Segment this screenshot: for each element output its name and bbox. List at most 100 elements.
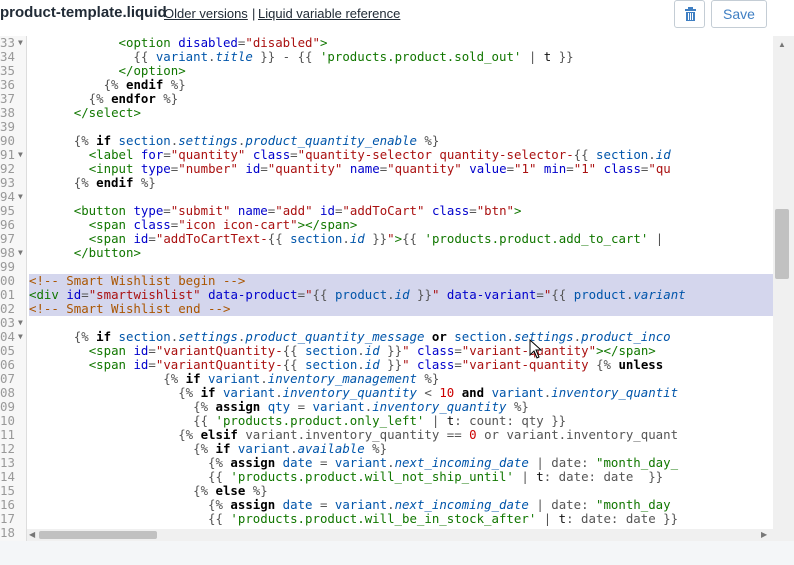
code-line[interactable]: {% endif %} bbox=[29, 78, 773, 92]
code-line[interactable]: <!-- Smart Wishlist end --> bbox=[29, 302, 773, 316]
vertical-scrollbar[interactable]: ▲ bbox=[773, 36, 794, 541]
code-line[interactable]: <label for="quantity" class="quantity-se… bbox=[29, 148, 773, 162]
code-token: if bbox=[200, 385, 216, 400]
code-token: or variant.inventory_quant bbox=[476, 427, 679, 442]
code-token: = bbox=[148, 357, 156, 372]
horizontal-scroll-thumb[interactable] bbox=[39, 531, 157, 539]
code-line[interactable] bbox=[29, 190, 773, 204]
delete-button[interactable] bbox=[674, 0, 705, 28]
line-number: 99 bbox=[0, 259, 15, 274]
code-token: date bbox=[282, 497, 313, 512]
code-line[interactable]: {% if variant.available %} bbox=[29, 442, 773, 456]
code-line[interactable]: {% endif %} bbox=[29, 176, 773, 190]
code-line[interactable]: <span class="icon icon-cart"></span> bbox=[29, 218, 773, 232]
code-token: {{ bbox=[267, 231, 291, 246]
code-line[interactable]: <input type="number" id="quantity" name=… bbox=[29, 162, 773, 176]
save-button[interactable]: Save bbox=[711, 0, 767, 28]
line-number: 16 bbox=[0, 497, 15, 512]
code-token: }} bbox=[364, 231, 388, 246]
code-token: }} bbox=[409, 287, 432, 302]
older-versions-link[interactable]: Older versions bbox=[164, 6, 248, 21]
file-title: product-template.liquid bbox=[0, 4, 167, 21]
code-line[interactable]: </select> bbox=[29, 106, 773, 120]
code-token: %} bbox=[163, 77, 186, 92]
code-line[interactable]: <option disabled="disabled"> bbox=[29, 36, 773, 50]
code-line[interactable]: {% assign qty = variant.inventory_quanti… bbox=[29, 400, 773, 414]
fold-arrow-icon[interactable]: ▼ bbox=[18, 148, 23, 162]
vertical-scroll-thumb[interactable] bbox=[775, 209, 789, 279]
editor-footer bbox=[0, 541, 794, 565]
code-line[interactable]: {{ 'products.product.will_not_ship_until… bbox=[29, 470, 773, 484]
code-token: . bbox=[357, 343, 365, 358]
code-line[interactable] bbox=[29, 316, 773, 330]
code-token: %} bbox=[364, 441, 388, 456]
code-line[interactable]: {% endfor %} bbox=[29, 92, 773, 106]
code-token: variant bbox=[312, 399, 365, 414]
scroll-left-icon[interactable]: ◀ bbox=[29, 530, 35, 540]
code-line[interactable]: {% if section.settings.product_quantity_… bbox=[29, 134, 773, 148]
code-token: endif bbox=[125, 77, 164, 92]
code-token: section bbox=[305, 343, 358, 358]
code-token: </select> bbox=[73, 105, 141, 120]
code-token: {% bbox=[29, 385, 201, 400]
line-number: 39 bbox=[0, 119, 15, 134]
code-line[interactable]: </option> bbox=[29, 64, 773, 78]
code-line[interactable]: <!-- Smart Wishlist begin --> bbox=[29, 274, 773, 288]
code-line[interactable] bbox=[29, 260, 773, 274]
horizontal-scrollbar[interactable]: ◀ ▶ bbox=[27, 529, 773, 541]
code-line[interactable]: {% assign date = variant.next_incoming_d… bbox=[29, 498, 773, 512]
code-token: {{ bbox=[573, 147, 597, 162]
code-line[interactable]: <button type="submit" name="add" id="add… bbox=[29, 204, 773, 218]
code-line[interactable]: <span id="variantQuantity-{{ section.id … bbox=[29, 344, 773, 358]
fold-arrow-icon[interactable]: ▼ bbox=[18, 190, 23, 204]
code-token: "month_day_ bbox=[596, 455, 679, 470]
code-line[interactable]: <span id="addToCartText-{{ section.id }}… bbox=[29, 232, 773, 246]
scroll-up-icon[interactable]: ▲ bbox=[778, 40, 786, 50]
code-line[interactable]: {% if variant.inventory_quantity < 10 an… bbox=[29, 386, 773, 400]
code-line[interactable]: {% if variant.inventory_management %} bbox=[29, 372, 773, 386]
code-token: next_incoming_date bbox=[394, 455, 529, 470]
code-token: class bbox=[252, 147, 291, 162]
code-line[interactable]: {% else %} bbox=[29, 484, 773, 498]
code-token: id bbox=[66, 287, 82, 302]
line-number: 07 bbox=[0, 371, 15, 386]
code-line[interactable]: {% assign date = variant.next_incoming_d… bbox=[29, 456, 773, 470]
code-line[interactable]: {{ 'products.product.only_left' | t: cou… bbox=[29, 414, 773, 428]
code-line[interactable]: <div id="smartwishlist" data-product="{{… bbox=[29, 288, 773, 302]
fold-arrow-icon[interactable]: ▼ bbox=[18, 36, 23, 50]
line-number: 04 ▼ bbox=[0, 329, 23, 344]
code-token: = bbox=[454, 343, 462, 358]
code-line[interactable]: {% if section.settings.product_quantity_… bbox=[29, 330, 773, 344]
fold-arrow-icon[interactable]: ▼ bbox=[18, 316, 23, 330]
line-number: 00 bbox=[0, 273, 15, 288]
link-separator: | bbox=[252, 6, 256, 21]
code-line[interactable]: {% elsif variant.inventory_quantity == 0… bbox=[29, 428, 773, 442]
code-line[interactable] bbox=[29, 120, 773, 134]
code-line[interactable]: {{ 'products.product.will_be_in_stock_af… bbox=[29, 512, 773, 526]
code-token: " bbox=[387, 231, 395, 246]
code-token: section bbox=[454, 329, 507, 344]
code-editor[interactable]: 33 ▼ 34 35 36 37 38 39 90 91 ▼ 92 93 94 ▼ 95 96 97 98 ▼ 99 00… bbox=[0, 36, 794, 565]
code-line[interactable]: {{ variant.title }} - {{ 'products.produ… bbox=[29, 50, 773, 64]
fold-arrow-icon[interactable]: ▼ bbox=[18, 330, 23, 344]
fold-arrow-icon[interactable]: ▼ bbox=[18, 246, 23, 260]
code-token: type bbox=[133, 203, 164, 218]
code-token: {% bbox=[29, 77, 126, 92]
line-number: 97 bbox=[0, 231, 15, 246]
code-line[interactable]: </button> bbox=[29, 246, 773, 260]
code-token: "smartwishlist" bbox=[88, 287, 201, 302]
code-area[interactable]: <option disabled="disabled"> {{ variant.… bbox=[29, 36, 773, 541]
scroll-right-icon[interactable]: ▶ bbox=[761, 530, 767, 540]
code-token: variant bbox=[334, 497, 388, 512]
liquid-reference-link[interactable]: Liquid variable reference bbox=[258, 6, 400, 21]
code-line[interactable]: <span id="variantQuantity-{{ section.id … bbox=[29, 358, 773, 372]
